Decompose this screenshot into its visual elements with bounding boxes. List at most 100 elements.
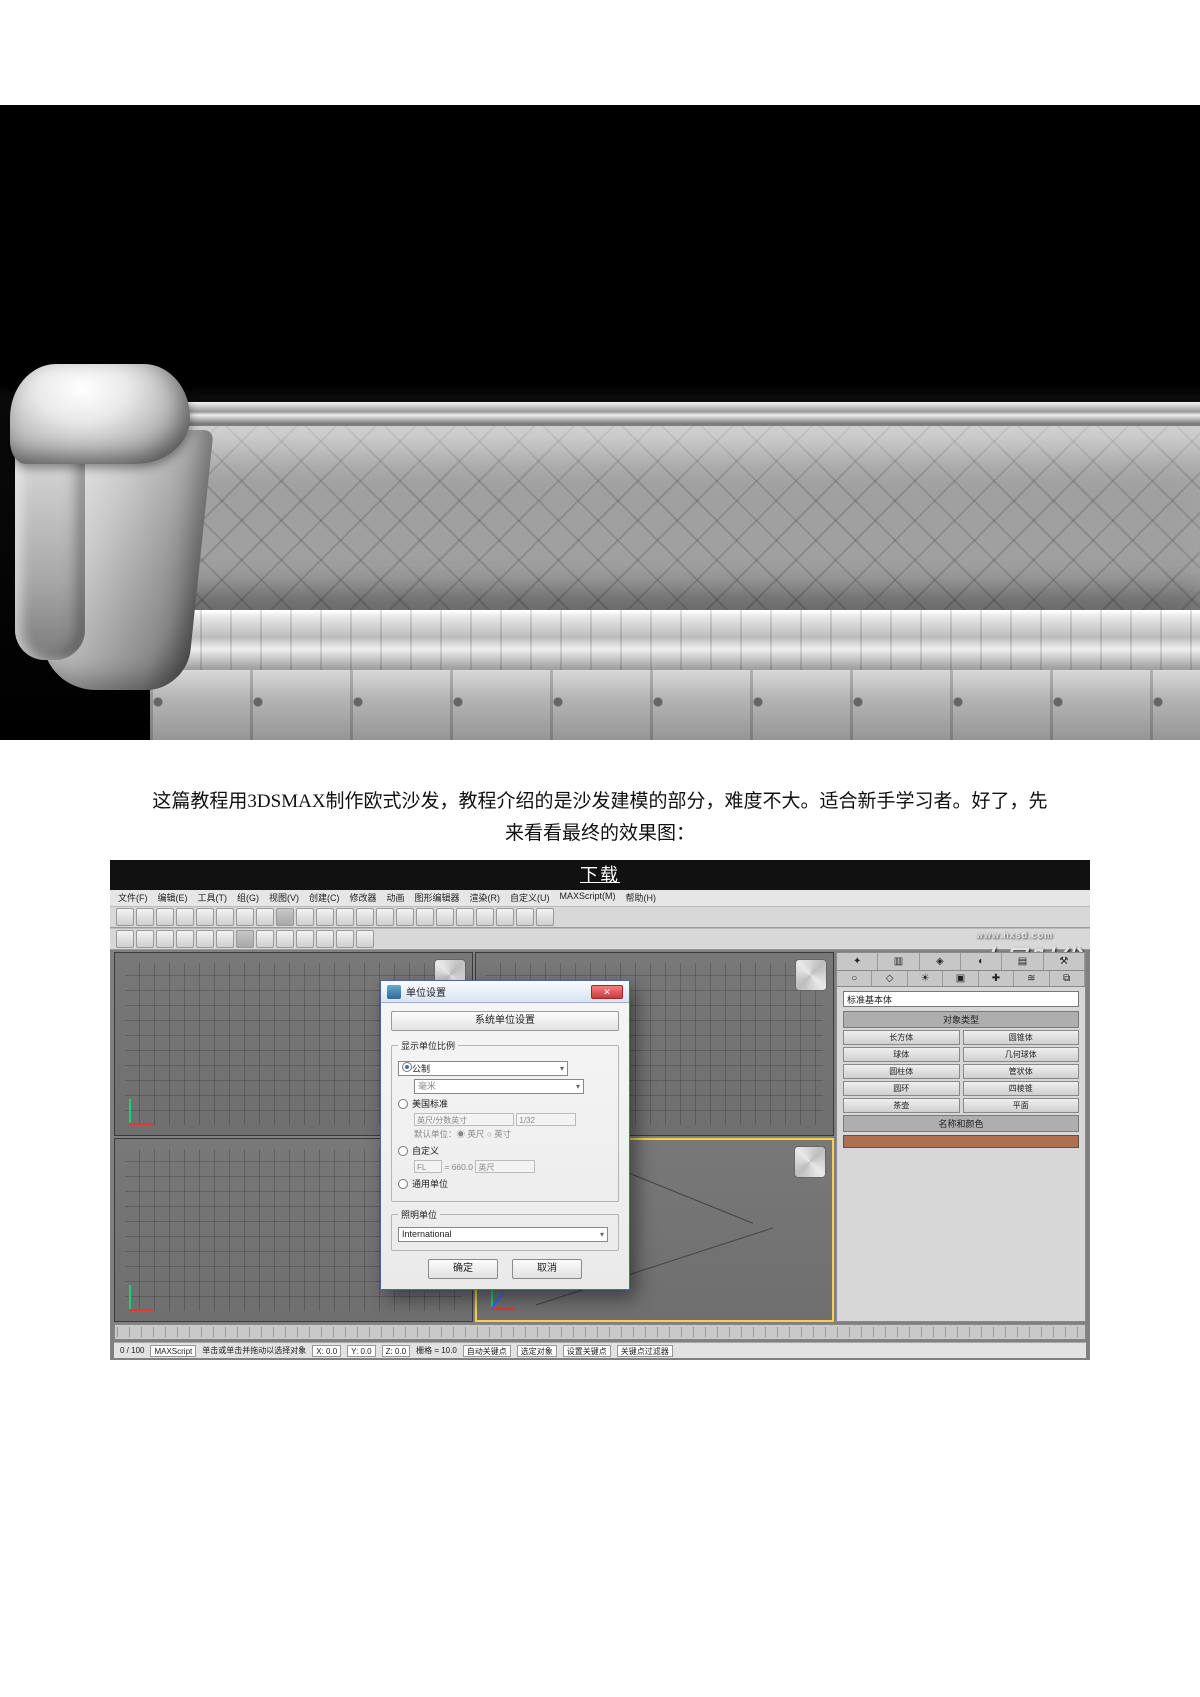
toolbar-button[interactable] [396,908,414,926]
toolbar-button[interactable] [136,930,154,948]
toolbar-button[interactable] [236,908,254,926]
menu-item[interactable]: 自定义(U) [510,891,550,905]
toolbar-button[interactable] [196,908,214,926]
toolbar-button[interactable] [136,908,154,926]
prim-button[interactable]: 四棱锥 [963,1081,1080,1096]
autokey-button[interactable]: 自动关键点 [463,1345,511,1357]
prim-button[interactable]: 圆柱体 [843,1064,960,1079]
prim-button[interactable]: 几何球体 [963,1047,1080,1062]
menu-bar[interactable]: 文件(F) 编辑(E) 工具(T) 组(G) 视图(V) 创建(C) 修改器 动… [110,890,1090,906]
toolbar-button[interactable] [316,930,334,948]
keyfilter-button[interactable]: 关键点过滤器 [617,1345,673,1357]
toolbar-button[interactable] [216,930,234,948]
prim-button[interactable]: 圆锥体 [963,1030,1080,1045]
coord-y[interactable]: Y: 0.0 [347,1345,375,1357]
menu-item[interactable]: 修改器 [350,891,377,905]
cat-space-icon[interactable]: ≋ [1014,971,1049,986]
menu-item[interactable]: 帮助(H) [626,891,657,905]
dialog-titlebar[interactable]: 单位设置 ✕ [381,981,629,1003]
menu-item[interactable]: 工具(T) [198,891,228,905]
viewcube-icon[interactable] [794,1146,826,1178]
menu-item[interactable]: 组(G) [237,891,259,905]
primitive-dropdown[interactable]: 标准基本体 [843,991,1079,1007]
menu-item[interactable]: 文件(F) [118,891,148,905]
cat-helpers-icon[interactable]: ✚ [979,971,1014,986]
prim-button[interactable]: 圆环 [843,1081,960,1096]
panel-tabs[interactable]: ✦▥◈◐▤⚒ [837,953,1085,971]
command-panel[interactable]: ✦▥◈◐▤⚒ ○◇☀▣✚≋⧉ 标准基本体 对象类型 长方体圆锥体 球体几何球体 … [836,952,1086,1322]
toolbar-button[interactable] [336,930,354,948]
menu-item[interactable]: 视图(V) [269,891,299,905]
units-dialog[interactable]: 单位设置 ✕ 系统单位设置 显示单位比例 公制 毫米 美国标准 英尺/分数英寸 … [380,980,630,1290]
toolbar-button[interactable] [416,908,434,926]
toolbar-button[interactable] [516,908,534,926]
toolbar-button[interactable] [176,930,194,948]
cat-shapes-icon[interactable]: ◇ [872,971,907,986]
toolbar-button[interactable] [356,930,374,948]
toolbar-button[interactable] [476,908,494,926]
tab-motion-icon[interactable]: ◐ [961,953,1002,970]
toolbar-button[interactable] [196,930,214,948]
cat-cameras-icon[interactable]: ▣ [943,971,978,986]
timeline[interactable] [114,1324,1086,1340]
menu-item[interactable]: 图形编辑器 [415,891,460,905]
toolbar-button[interactable] [296,908,314,926]
toolbar-main[interactable] [110,906,1090,928]
toolbar-button[interactable] [316,908,334,926]
ok-button[interactable]: 确定 [428,1259,498,1279]
autokey-target[interactable]: 选定对象 [517,1345,557,1357]
toolbar-button[interactable] [156,930,174,948]
menu-item[interactable]: 编辑(E) [158,891,188,905]
metric-select[interactable]: 毫米 [414,1079,584,1094]
viewcube-icon[interactable] [795,959,827,991]
toolbar-button[interactable] [256,908,274,926]
toolbar-button[interactable] [276,908,294,926]
toolbar-button[interactable] [296,930,314,948]
toolbar-button[interactable] [256,930,274,948]
toolbar-button[interactable] [116,908,134,926]
radio-metric[interactable]: 公制 [398,1061,568,1076]
radio-custom[interactable]: 自定义 [398,1144,612,1157]
toolbar-button[interactable] [176,908,194,926]
tab-create-icon[interactable]: ✦ [837,953,878,970]
cat-systems-icon[interactable]: ⧉ [1050,971,1085,986]
coord-z[interactable]: Z: 0.0 [382,1345,410,1357]
prim-button[interactable]: 茶壶 [843,1098,960,1113]
tab-display-icon[interactable]: ▤ [1002,953,1043,970]
radio-us[interactable]: 美国标准 [398,1097,612,1110]
toolbar-button[interactable] [336,908,354,926]
rollout-header[interactable]: 对象类型 [843,1011,1079,1028]
toolbar-button[interactable] [276,930,294,948]
cancel-button[interactable]: 取消 [512,1259,582,1279]
system-units-button[interactable]: 系统单位设置 [391,1011,619,1031]
toolbar-button[interactable] [436,908,454,926]
menu-item[interactable]: MAXScript(M) [560,891,616,905]
toolbar-button[interactable] [456,908,474,926]
toolbar-button[interactable] [116,930,134,948]
toolbar-button[interactable] [236,930,254,948]
rollout-header[interactable]: 名称和颜色 [843,1115,1079,1132]
tab-hierarchy-icon[interactable]: ◈ [920,953,961,970]
menu-item[interactable]: 创建(C) [309,891,340,905]
radio-generic[interactable]: 通用单位 [398,1177,612,1190]
prim-button[interactable]: 平面 [963,1098,1080,1113]
cat-geometry-icon[interactable]: ○ [837,971,872,986]
category-tabs[interactable]: ○◇☀▣✚≋⧉ [837,971,1085,987]
prim-button[interactable]: 管状体 [963,1064,1080,1079]
toolbar-button[interactable] [376,908,394,926]
toolbar-button[interactable] [496,908,514,926]
toolbar-button[interactable] [536,908,554,926]
tab-modify-icon[interactable]: ▥ [878,953,919,970]
toolbar-button[interactable] [356,908,374,926]
close-button[interactable]: ✕ [591,985,623,999]
prim-button[interactable]: 长方体 [843,1030,960,1045]
color-swatch[interactable] [843,1135,1079,1148]
toolbar-button[interactable] [216,908,234,926]
download-bar[interactable]: 下载 [110,860,1090,890]
menu-item[interactable]: 渲染(R) [470,891,501,905]
tab-utilities-icon[interactable]: ⚒ [1044,953,1085,970]
setkey-button[interactable]: 设置关键点 [563,1345,611,1357]
prim-button[interactable]: 球体 [843,1047,960,1062]
coord-x[interactable]: X: 0.0 [312,1345,341,1357]
lighting-select[interactable]: International [398,1227,608,1242]
